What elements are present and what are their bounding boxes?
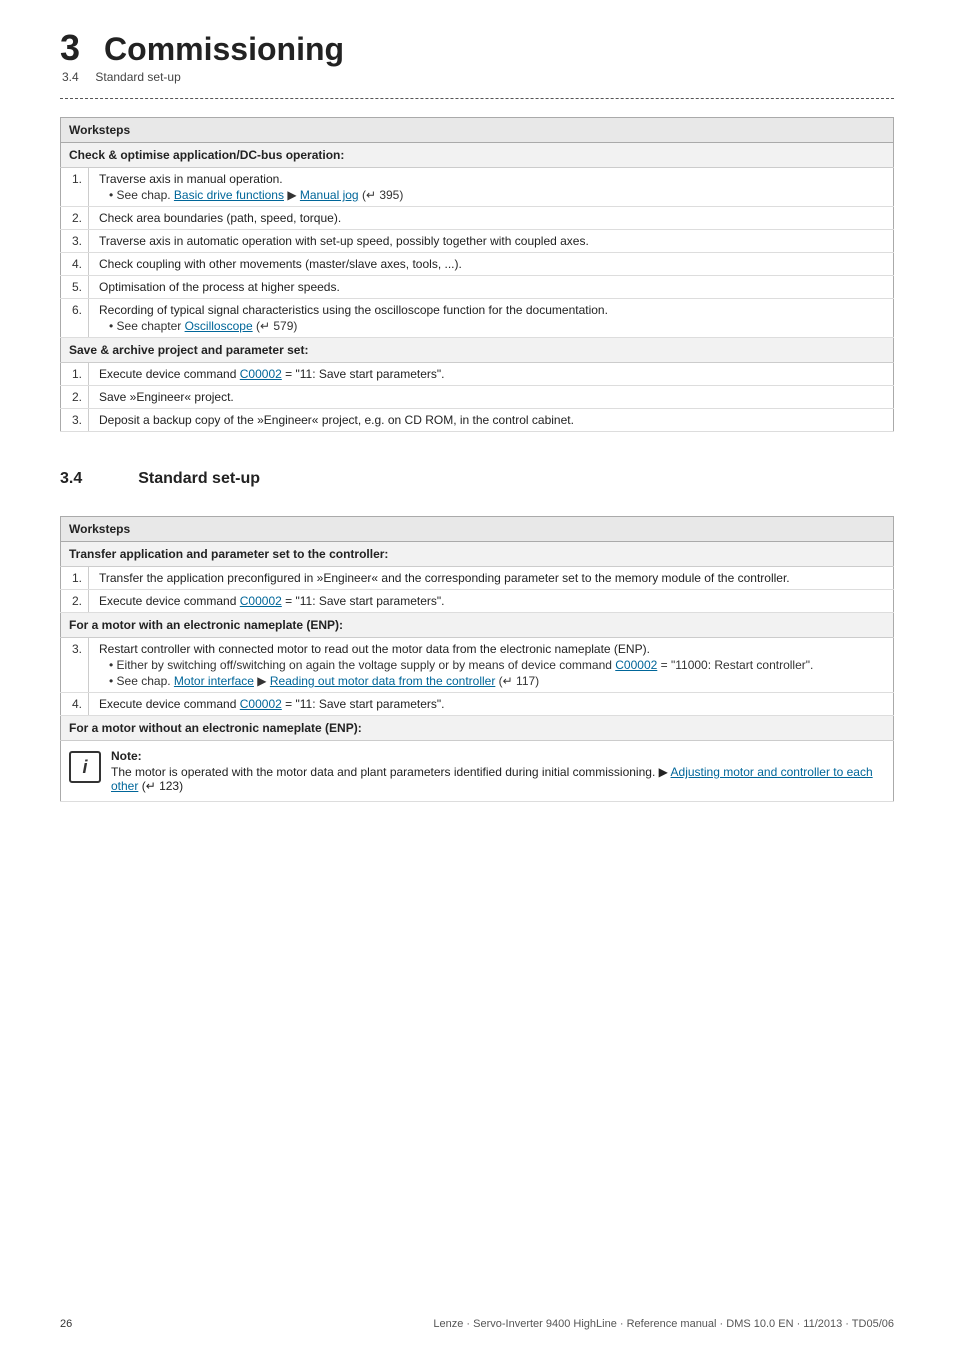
enp-step3-sub2: • See chap. Motor interface ▶ Reading ou… (99, 674, 885, 688)
step2-text: Check area boundaries (path, speed, torq… (99, 211, 341, 225)
table-row: 3. Deposit a backup copy of the »Enginee… (61, 409, 894, 432)
table-row: 1. Execute device command C00002 = "11: … (61, 363, 894, 386)
note-row: i Note: The motor is operated with the m… (61, 741, 894, 802)
note-title: Note: (111, 749, 885, 763)
step1-text: Traverse axis in manual operation. (99, 172, 283, 186)
enp-step3-text: Restart controller with connected motor … (99, 642, 650, 656)
note-text: The motor is operated with the motor dat… (111, 765, 873, 793)
section-no-enp: For a motor without an electronic namepl… (61, 716, 894, 741)
step4-text: Check coupling with other movements (mas… (99, 257, 462, 271)
enp-step3-sub1: • Either by switching off/switching on a… (99, 658, 885, 672)
table-row: 4. Execute device command C00002 = "11: … (61, 693, 894, 716)
table-row: 6. Recording of typical signal character… (61, 299, 894, 338)
table-row: 2. Check area boundaries (path, speed, t… (61, 207, 894, 230)
manual-jog-link[interactable]: Manual jog (300, 188, 359, 202)
reading-out-motor-data-link[interactable]: Reading out motor data from the controll… (270, 674, 495, 688)
step1-sub: • See chap. Basic drive functions ▶ Manu… (99, 188, 885, 202)
table-row: 1. Transfer the application preconfigure… (61, 567, 894, 590)
table-row: 3. Traverse axis in automatic operation … (61, 230, 894, 253)
table-row: 2. Execute device command C00002 = "11: … (61, 590, 894, 613)
worksteps-table-1: Worksteps Check & optimise application/D… (60, 117, 894, 432)
table-row: 2. Save »Engineer« project. (61, 386, 894, 409)
section-divider (60, 98, 894, 99)
c00002-link-2[interactable]: C00002 (240, 594, 282, 608)
c00002-link-1[interactable]: C00002 (240, 367, 282, 381)
step6-text: Recording of typical signal characterist… (99, 303, 608, 317)
table1-header: Worksteps (61, 118, 894, 143)
page-number: 26 (60, 1318, 72, 1330)
table-row: 1. Traverse axis in manual operation. • … (61, 168, 894, 207)
note-content: Note: The motor is operated with the mot… (111, 749, 885, 793)
table-row: 3. Restart controller with connected mot… (61, 638, 894, 693)
adjusting-motor-link[interactable]: Adjusting motor and controller to each o… (111, 765, 873, 793)
chapter-title: Commissioning (104, 33, 344, 65)
c00002-link-4[interactable]: C00002 (240, 697, 282, 711)
table-row: 4. Check coupling with other movements (… (61, 253, 894, 276)
chapter-number: 3 (60, 30, 80, 66)
section-save: Save & archive project and parameter set… (61, 338, 894, 363)
note-cell: i Note: The motor is operated with the m… (69, 749, 885, 793)
section-check: Check & optimise application/DC-bus oper… (61, 143, 894, 168)
transfer-step1-text: Transfer the application preconfigured i… (99, 571, 790, 585)
save-step3-text: Deposit a backup copy of the »Engineer« … (99, 413, 574, 427)
basic-drive-functions-link[interactable]: Basic drive functions (174, 188, 284, 202)
section-transfer: Transfer application and parameter set t… (61, 542, 894, 567)
section-enp: For a motor with an electronic nameplate… (61, 613, 894, 638)
step6-sub: • See chapter Oscilloscope (↵ 579) (99, 319, 885, 333)
step5-text: Optimisation of the process at higher sp… (99, 280, 340, 294)
info-icon: i (69, 751, 101, 783)
motor-interface-link[interactable]: Motor interface (174, 674, 254, 688)
page-footer: 26 Lenze · Servo-Inverter 9400 HighLine … (60, 1318, 894, 1330)
save-step2-text: Save »Engineer« project. (99, 390, 234, 404)
chapter-header: 3 Commissioning (60, 30, 894, 66)
worksteps-table-2: Worksteps Transfer application and param… (60, 516, 894, 802)
c00002-link-3[interactable]: C00002 (615, 658, 657, 672)
publisher-info: Lenze · Servo-Inverter 9400 HighLine · R… (433, 1318, 894, 1330)
table2-header: Worksteps (61, 517, 894, 542)
oscilloscope-link[interactable]: Oscilloscope (185, 319, 253, 333)
section-label: 3.4 Standard set-up (62, 70, 894, 84)
section34-heading: 3.4 Standard set-up (60, 460, 894, 502)
step3-text: Traverse axis in automatic operation wit… (99, 234, 589, 248)
table-row: 5. Optimisation of the process at higher… (61, 276, 894, 299)
